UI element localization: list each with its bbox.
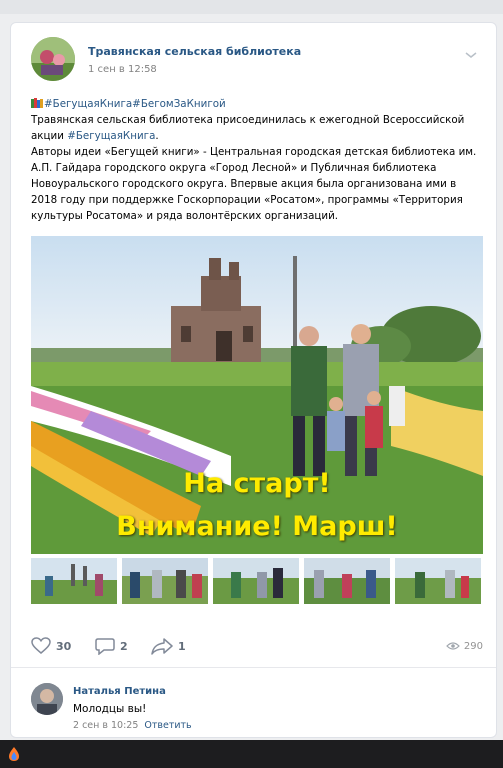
- views-counter: 290: [446, 635, 483, 657]
- post-author[interactable]: Травянская сельская библиотека: [88, 45, 301, 58]
- comment-author[interactable]: Наталья Петина: [73, 686, 166, 697]
- hashtag-link[interactable]: #БегущаяКнига#БегомЗаКнигой: [44, 98, 226, 110]
- comment-author-avatar[interactable]: [31, 683, 63, 715]
- comment-meta: 2 сен в 10:25 Ответить: [73, 720, 192, 731]
- paragraph-2: Авторы идеи «Бегущей книги» - Центральна…: [31, 146, 477, 222]
- photo-caption-line-2: Внимание! Марш!: [116, 511, 398, 542]
- thumbnail[interactable]: [213, 558, 299, 604]
- thumbnail[interactable]: [395, 558, 481, 604]
- photo-thumbnails: [31, 558, 483, 604]
- like-count: 30: [56, 639, 72, 653]
- thumbnail[interactable]: [304, 558, 390, 604]
- comment-text: Молодцы вы!: [73, 703, 147, 715]
- divider: [11, 667, 496, 668]
- books-icon: [31, 98, 43, 108]
- comment-button[interactable]: 2: [95, 635, 128, 657]
- main-photo[interactable]: На старт! Внимание! Марш!: [31, 236, 483, 554]
- photo-caption-line-1: На старт!: [183, 468, 331, 499]
- hashtag-line: #БегущаяКнига#БегомЗаКнигой: [31, 96, 481, 112]
- share-count: 1: [178, 639, 186, 653]
- top-strip: [0, 0, 503, 14]
- post-card: Травянская сельская библиотека 1 сен в 1…: [10, 22, 497, 738]
- comment-icon: [95, 638, 115, 655]
- heart-icon: [31, 637, 51, 654]
- taskbar: [0, 740, 503, 768]
- post-text: #БегущаяКнига#БегомЗаКнигой Травянская с…: [31, 96, 481, 224]
- reply-button[interactable]: Ответить: [144, 720, 191, 731]
- comment-count: 2: [120, 639, 128, 653]
- thumbnail[interactable]: [31, 558, 117, 604]
- thumbnail[interactable]: [122, 558, 208, 604]
- comment-date[interactable]: 2 сен в 10:25: [73, 720, 138, 731]
- eye-icon: [446, 642, 460, 650]
- post-date[interactable]: 1 сен в 12:58: [88, 64, 157, 75]
- chevron-down-icon[interactable]: [464, 50, 478, 60]
- app-icon[interactable]: [6, 746, 22, 762]
- share-icon: [151, 638, 173, 655]
- hashtag-inline-link[interactable]: #БегущаяКнига: [67, 130, 155, 142]
- post-actions: 30 2 1 290: [31, 635, 483, 657]
- views-count: 290: [463, 640, 483, 652]
- like-button[interactable]: 30: [31, 635, 71, 657]
- paragraph-1: Травянская сельская библиотека присоедин…: [31, 114, 465, 142]
- author-avatar[interactable]: [31, 37, 75, 81]
- share-button[interactable]: 1: [151, 635, 186, 657]
